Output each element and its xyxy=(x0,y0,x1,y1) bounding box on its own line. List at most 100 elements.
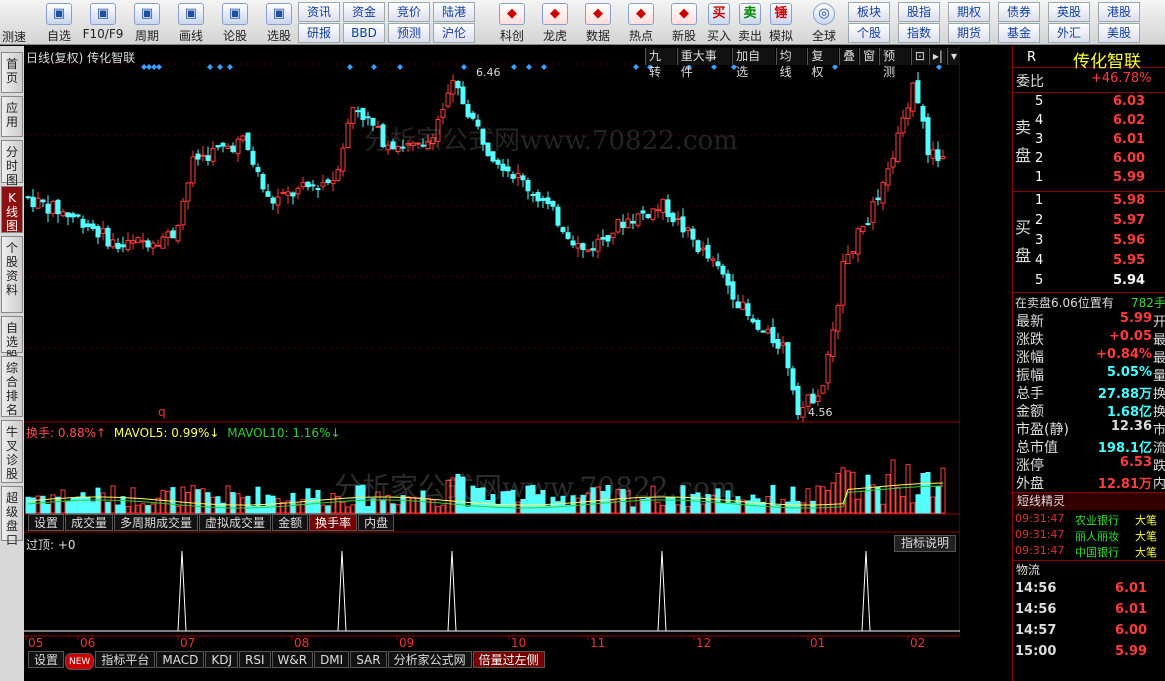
candle-body xyxy=(755,319,761,330)
toolbar-grid-button[interactable]: 资金 xyxy=(343,2,385,22)
toolbar-trade-button[interactable]: 买买入 xyxy=(704,1,734,44)
indicator-tab[interactable]: RSI xyxy=(239,651,271,668)
left-tab-1[interactable]: 应用 xyxy=(1,96,23,137)
chart-toolbar-button[interactable]: 窗 xyxy=(859,48,879,65)
toolbar-market-button[interactable]: 股指 xyxy=(898,2,940,22)
chart-toolbar-button[interactable]: 复权 xyxy=(807,48,839,79)
vol-tab[interactable]: 换手率 xyxy=(309,514,358,531)
ask-row[interactable]: 5 6.03 xyxy=(1013,94,1165,114)
left-tab-2[interactable]: 分时图 xyxy=(1,140,23,187)
vol-tab[interactable]: 虚拟成交量 xyxy=(199,514,272,531)
indicator-tab[interactable]: 设置 xyxy=(28,651,65,668)
toolbar-market-button[interactable]: 基金 xyxy=(998,23,1040,43)
candle-body xyxy=(645,214,651,219)
toolbar-market-button[interactable]: 板块 xyxy=(848,2,890,22)
toolbar-trade-button[interactable]: 卖卖出 xyxy=(735,1,765,44)
candle-body xyxy=(155,244,161,247)
chart-toolbar-button[interactable]: ▸| xyxy=(928,48,946,65)
toolbar-market-button[interactable]: 债券 xyxy=(998,2,1040,22)
quote-panel: R 传化智联 委比 +46.78% 卖盘 5 6.03 4 6.02 3 6.01 2 6.00 1 5.9… xyxy=(1012,46,1165,681)
indicator-help-button[interactable]: 指标说明 xyxy=(894,535,957,552)
volume-bar xyxy=(850,471,856,514)
chart-toolbar-button[interactable]: 叠 xyxy=(839,48,859,65)
indicator-tab[interactable]: MACD xyxy=(156,651,205,668)
toolbar-grid-button[interactable]: 研报 xyxy=(298,23,340,43)
toolbar-grid-button[interactable]: BBD xyxy=(343,23,385,43)
indicator-tab[interactable]: DMI xyxy=(314,651,350,668)
toolbar-label: 龙虎 xyxy=(542,29,567,43)
chart-toolbar-button[interactable]: ▾ xyxy=(946,48,960,65)
toolbar-pen-button[interactable]: ▣ 画线 xyxy=(166,1,216,44)
indicator-tab[interactable]: W&R xyxy=(271,651,314,668)
left-tab-3[interactable]: K线图 xyxy=(1,186,23,233)
toolbar-dragon-tiger-button[interactable]: ◆ 龙虎 xyxy=(535,1,575,44)
toolbar-market-button[interactable]: 指数 xyxy=(898,23,940,43)
bid-row[interactable]: 5 5.94 xyxy=(1013,273,1165,293)
chart-toolbar-button[interactable]: 预测 xyxy=(879,48,910,79)
toolbar-grid-button[interactable]: 竞价 xyxy=(388,2,430,22)
candle-body xyxy=(815,395,821,402)
speed-test-label[interactable]: 测速 xyxy=(2,28,26,45)
candle-body xyxy=(690,228,696,240)
indicator-tab[interactable]: 指标平台 xyxy=(95,651,156,668)
toolbar-market-button[interactable]: 港股 xyxy=(1098,2,1140,22)
left-tab-0[interactable]: 首页 xyxy=(1,52,23,93)
toolbar-discuss-button[interactable]: ▣ 论股 xyxy=(210,1,260,44)
ask-row[interactable]: 1 5.99 xyxy=(1013,170,1165,190)
vol-tab[interactable]: 多周期成交量 xyxy=(114,514,199,531)
toolbar-kechuang-button[interactable]: ◆ 科创 xyxy=(492,1,532,44)
toolbar-global-button[interactable]: ◎ 全球 xyxy=(806,1,842,44)
vol-tab[interactable]: 金额 xyxy=(272,514,309,531)
candle-body xyxy=(890,157,896,168)
toolbar-grid-button[interactable]: 陆港 xyxy=(433,2,475,22)
vol-tab[interactable]: 成交量 xyxy=(65,514,114,531)
vol-tab[interactable]: 设置 xyxy=(28,514,65,531)
left-tab-char: 线 xyxy=(5,205,18,219)
toolbar-grid-button[interactable]: 资讯 xyxy=(298,2,340,22)
chart-toolbar-button[interactable]: 加自选 xyxy=(732,48,775,79)
left-tab-8[interactable]: 超级盘口 xyxy=(1,486,23,547)
toolbar-market-button[interactable]: 美股 xyxy=(1098,23,1140,43)
indicator-tab[interactable]: 分析家公式网 xyxy=(387,651,472,668)
toolbar-hot-button[interactable]: ◆ 热点 xyxy=(621,1,661,44)
toolbar-data-button[interactable]: ◆ 数据 xyxy=(578,1,618,44)
toolbar-select-stock-button[interactable]: ▣ 选股 xyxy=(254,1,304,44)
toolbar-market-button[interactable]: 期权 xyxy=(948,2,990,22)
vol-tab[interactable]: 内盘 xyxy=(358,514,395,531)
candle-body xyxy=(845,253,851,265)
trade-icon: 卖 xyxy=(739,3,761,25)
toolbar-market-button[interactable]: 期货 xyxy=(948,23,990,43)
candle-body xyxy=(365,116,371,119)
toolbar-star-button[interactable]: ▣ 自选 xyxy=(34,1,84,44)
left-tab-4[interactable]: 个股资料 xyxy=(1,236,23,313)
indicator-tab[interactable]: SAR xyxy=(350,651,387,668)
toolbar-trade-button[interactable]: 锤模拟 xyxy=(766,1,796,44)
toolbar-market-button[interactable]: 个股 xyxy=(848,23,890,43)
bid-row[interactable]: 1 5.98 xyxy=(1013,193,1165,213)
toolbar-ipo-button[interactable]: ◆ 新股 xyxy=(664,1,704,44)
ask-row[interactable]: 3 6.01 xyxy=(1013,132,1165,152)
toolbar-period-button[interactable]: ▣ 周期 xyxy=(122,1,172,44)
toolbar-f10-button[interactable]: ▣ F10/F9 xyxy=(78,1,128,44)
chart-toolbar-button[interactable]: 均线 xyxy=(775,48,807,79)
volume-bar xyxy=(875,486,881,514)
toolbar-grid-button[interactable]: 沪伦 xyxy=(433,23,475,43)
bid-row[interactable]: 3 5.96 xyxy=(1013,233,1165,253)
ask-row[interactable]: 4 6.02 xyxy=(1013,113,1165,133)
toolbar-grid-button[interactable]: 预测 xyxy=(388,23,430,43)
bid-row[interactable]: 4 5.95 xyxy=(1013,253,1165,273)
chart-toolbar-button[interactable]: 九转 xyxy=(645,48,676,79)
volume-bar xyxy=(905,464,911,514)
toolbar-market-button[interactable]: 英股 xyxy=(1048,2,1090,22)
left-tab-6[interactable]: 综合排名 xyxy=(1,356,23,417)
chart-toolbar-button[interactable]: ⊡ xyxy=(910,48,928,65)
divider xyxy=(1013,191,1165,192)
ask-row[interactable]: 2 6.00 xyxy=(1013,151,1165,171)
left-tab-7[interactable]: 牛叉诊股 xyxy=(1,420,23,483)
bid-row[interactable]: 2 5.97 xyxy=(1013,213,1165,233)
left-tab-5[interactable]: 自选股 xyxy=(1,316,23,363)
indicator-tab[interactable]: KDJ xyxy=(205,651,238,668)
chart-toolbar-button[interactable]: 重大事件 xyxy=(676,48,732,79)
toolbar-market-button[interactable]: 外汇 xyxy=(1048,23,1090,43)
indicator-tab[interactable]: 倍量过左侧 xyxy=(472,651,545,668)
